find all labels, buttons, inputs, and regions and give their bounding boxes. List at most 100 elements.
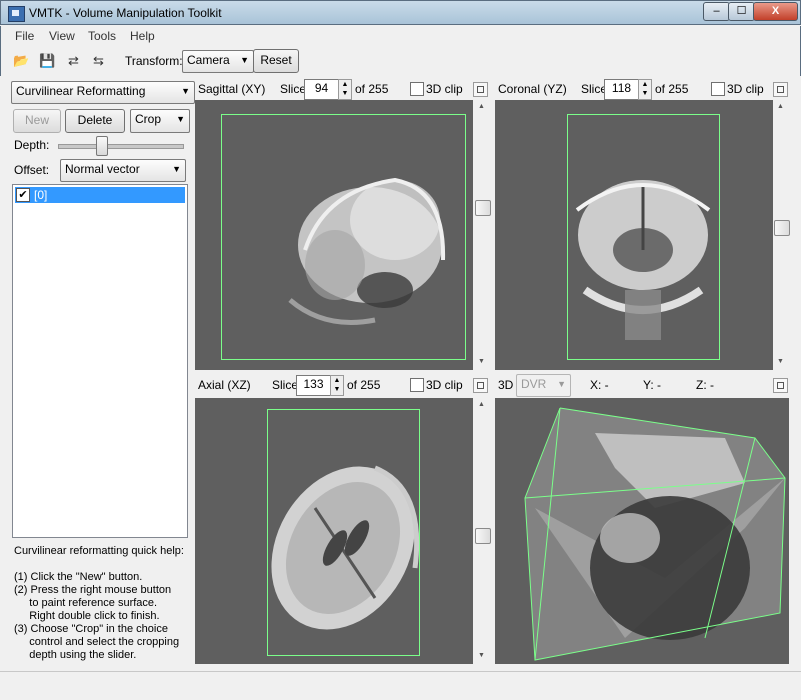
mode-select[interactable]: Curvilinear Reformatting ▼ — [11, 81, 195, 104]
scroll-up-icon[interactable]: ▲ — [777, 103, 784, 110]
render-mode-select[interactable]: DVR ▼ — [516, 374, 571, 397]
axial-3dclip-label: 3D clip — [426, 378, 463, 392]
chevron-down-icon: ▼ — [176, 114, 185, 124]
threed-title: 3D — [498, 378, 514, 392]
coronal-slice-input[interactable]: 118 — [604, 79, 639, 100]
sagittal-3dclip-label: 3D clip — [426, 82, 463, 96]
threed-view[interactable] — [495, 398, 789, 664]
save-icon[interactable]: 💾 — [39, 52, 56, 69]
help-line: (1) Click the "New" button. — [14, 571, 143, 583]
crop-value: Crop — [135, 112, 162, 126]
chevron-down-icon: ▼ — [240, 55, 249, 65]
menu-file[interactable]: File — [15, 29, 34, 43]
chevron-down-icon: ▼ — [181, 86, 190, 96]
render-mode-value: DVR — [521, 377, 547, 391]
help-line: (2) Press the right mouse button — [14, 584, 172, 596]
toolbar: 📂 💾 ⇄ ⇆ Transform: Camera ▼ Reset — [0, 46, 801, 76]
export-icon[interactable]: ⇆ — [90, 52, 107, 69]
coronal-maximize-icon[interactable] — [773, 82, 788, 97]
transform-value: Camera — [187, 53, 230, 67]
surface-list[interactable]: ✔ [0] — [12, 184, 188, 538]
help-title: Curvilinear reformatting quick help: — [14, 545, 184, 557]
scroll-down-icon[interactable]: ▼ — [478, 652, 485, 659]
axial-slice-input[interactable]: 133 — [296, 375, 331, 396]
scroll-up-icon[interactable]: ▲ — [478, 401, 485, 408]
z-readout: Z: - — [696, 378, 714, 392]
reset-button[interactable]: Reset — [253, 49, 299, 73]
sagittal-scroll-thumb[interactable] — [475, 200, 491, 216]
depth-label: Depth: — [14, 138, 50, 152]
open-folder-icon[interactable]: 📂 — [13, 52, 30, 69]
chevron-down-icon: ▼ — [172, 164, 181, 174]
volume-render-image — [524, 407, 786, 661]
coronal-slice-stepper[interactable]: ▲ ▼ — [638, 79, 652, 100]
y-readout: Y: - — [643, 378, 662, 392]
coronal-3dclip-label: 3D clip — [727, 82, 764, 96]
chevron-down-icon: ▼ — [557, 379, 566, 389]
help-line: depth using the slider. — [14, 649, 137, 661]
coronal-scrollbar[interactable]: ▲ ▼ — [773, 100, 790, 370]
offset-label: Offset: — [14, 163, 50, 177]
menu-bar: File View Tools Help — [0, 26, 801, 46]
title-bar: VMTK - Volume Manipulation Toolkit ‒ ☐ X — [0, 0, 801, 25]
maximize-button[interactable]: ☐ — [728, 2, 755, 21]
import-icon[interactable]: ⇄ — [65, 52, 82, 69]
sagittal-slice-stepper[interactable]: ▲ ▼ — [338, 79, 352, 100]
axial-scrollbar[interactable]: ▲ ▼ — [474, 398, 491, 664]
coronal-scroll-thumb[interactable] — [774, 220, 790, 236]
axial-maximize-icon[interactable] — [473, 378, 488, 393]
mode-value: Curvilinear Reformatting — [16, 84, 146, 98]
status-bar — [0, 671, 801, 700]
axial-of-label: of 255 — [347, 378, 381, 392]
help-line: control and select the cropping — [14, 636, 180, 648]
help-line: to paint reference surface. — [14, 597, 158, 609]
coronal-brain-image — [575, 180, 711, 340]
depth-slider-thumb[interactable] — [96, 136, 108, 156]
axial-view[interactable] — [195, 398, 473, 664]
sagittal-slice-label: Slice — [280, 82, 307, 96]
list-item-label: [0] — [34, 188, 48, 202]
sagittal-slice-input[interactable]: 94 — [304, 79, 339, 100]
menu-view[interactable]: View — [49, 29, 75, 43]
depth-slider-track[interactable] — [58, 144, 184, 149]
sagittal-of-label: of 255 — [355, 82, 389, 96]
offset-select[interactable]: Normal vector ▼ — [60, 159, 186, 182]
menu-help[interactable]: Help — [130, 29, 155, 43]
axial-slice-label: Slice — [272, 378, 299, 392]
menu-tools[interactable]: Tools — [88, 29, 116, 43]
x-readout: X: - — [590, 378, 609, 392]
coronal-3dclip-checkbox[interactable] — [711, 82, 725, 96]
axial-3dclip-checkbox[interactable] — [410, 378, 424, 392]
close-button[interactable]: X — [753, 2, 798, 21]
window-title: VMTK - Volume Manipulation Toolkit — [29, 6, 222, 20]
app-icon — [8, 6, 25, 22]
sagittal-scrollbar[interactable]: ▲ ▼ — [474, 100, 491, 370]
minimize-button[interactable]: ‒ — [703, 2, 730, 21]
sagittal-3dclip-checkbox[interactable] — [410, 82, 424, 96]
list-item[interactable]: ✔ [0] — [15, 187, 185, 203]
threed-maximize-icon[interactable] — [773, 378, 788, 393]
coronal-view[interactable] — [495, 100, 773, 370]
offset-value: Normal vector — [65, 162, 140, 176]
scroll-up-icon[interactable]: ▲ — [478, 103, 485, 110]
help-line: (3) Choose "Crop" in the choice — [14, 623, 168, 635]
transform-label: Transform: — [125, 54, 183, 68]
axial-brain-image — [271, 465, 420, 630]
new-button[interactable]: New — [13, 109, 61, 133]
sagittal-brain-image — [288, 177, 446, 325]
sagittal-view[interactable] — [195, 100, 473, 370]
transform-select[interactable]: Camera ▼ — [182, 50, 254, 73]
crop-select[interactable]: Crop ▼ — [130, 109, 190, 133]
scroll-down-icon[interactable]: ▼ — [478, 358, 485, 365]
axial-title: Axial (XZ) — [198, 378, 251, 392]
help-line: Right double click to finish. — [14, 610, 160, 622]
axial-slice-stepper[interactable]: ▲ ▼ — [330, 375, 344, 396]
delete-button[interactable]: Delete — [65, 109, 125, 133]
sagittal-title: Sagittal (XY) — [198, 82, 266, 96]
axial-scroll-thumb[interactable] — [475, 528, 491, 544]
coronal-title: Coronal (YZ) — [498, 82, 567, 96]
checkbox-checked[interactable]: ✔ — [16, 188, 30, 202]
scroll-down-icon[interactable]: ▼ — [777, 358, 784, 365]
coronal-of-label: of 255 — [655, 82, 689, 96]
sagittal-maximize-icon[interactable] — [473, 82, 488, 97]
